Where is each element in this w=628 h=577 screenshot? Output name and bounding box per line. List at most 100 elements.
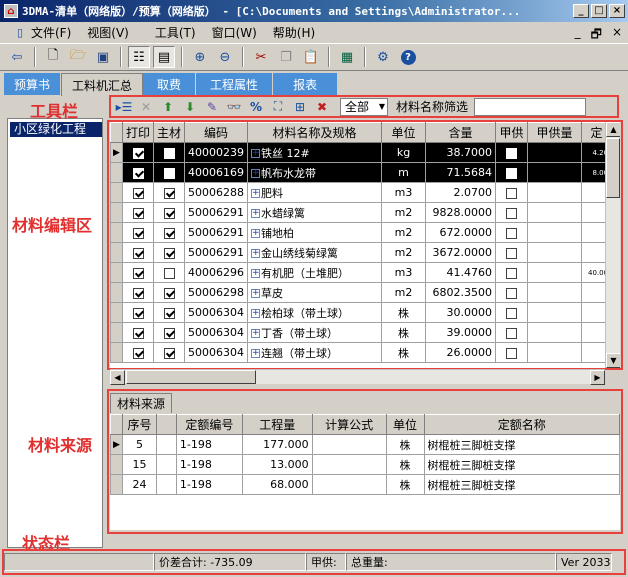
table-row[interactable]: 40006169 +帆布水龙带 m 71.5684 8.00 xyxy=(110,162,613,183)
checkbox[interactable] xyxy=(163,167,175,179)
minimize-button[interactable]: _ xyxy=(573,4,589,18)
row-indicator[interactable] xyxy=(110,262,123,283)
jia-qty-cell[interactable] xyxy=(527,222,583,243)
print-cell[interactable] xyxy=(121,162,155,183)
main-material-cell[interactable] xyxy=(153,162,186,183)
quota-name-cell[interactable]: 树棍桩三脚桩支撑 xyxy=(423,434,620,455)
clear-icon[interactable]: ✖ xyxy=(312,98,332,116)
column-header[interactable]: 计算公式 xyxy=(311,414,387,435)
print-cell[interactable] xyxy=(121,242,155,263)
expand-plus-icon[interactable]: + xyxy=(251,229,261,238)
help-icon[interactable]: ? xyxy=(397,46,419,68)
tree-view-icon[interactable]: ☷ xyxy=(128,46,150,68)
calculator-icon[interactable]: ▦ xyxy=(336,46,358,68)
work-qty-cell[interactable]: 13.000 xyxy=(241,454,313,475)
print-cell[interactable] xyxy=(121,342,155,363)
row-indicator[interactable] xyxy=(110,162,123,183)
unit-cell[interactable]: m2 xyxy=(381,222,427,243)
quantity-cell[interactable]: 9828.0000 xyxy=(425,202,497,223)
jia-supply-cell[interactable] xyxy=(495,242,529,263)
delete-icon[interactable]: ✕ xyxy=(136,98,156,116)
scroll-up-icon[interactable]: ▲ xyxy=(606,122,620,137)
jia-supply-cell[interactable] xyxy=(495,262,529,283)
unit-cell[interactable]: m xyxy=(381,162,427,183)
column-header[interactable]: 含量 xyxy=(425,122,497,143)
expand-plus-icon[interactable]: + xyxy=(251,269,261,278)
code-cell[interactable]: 50006291 xyxy=(184,242,249,263)
unit-cell[interactable]: 株 xyxy=(381,302,427,323)
row-indicator[interactable] xyxy=(110,222,123,243)
paste-icon[interactable]: 📋 xyxy=(300,46,322,68)
horizontal-scrollbar[interactable]: ◀ ▶ xyxy=(110,369,605,385)
checkbox[interactable] xyxy=(132,187,144,199)
exit-icon[interactable]: ⇦ xyxy=(6,46,28,68)
main-material-cell[interactable] xyxy=(153,142,186,163)
code-cell[interactable]: 50006288 xyxy=(184,182,249,203)
close-button[interactable]: × xyxy=(609,4,625,18)
move-down-icon[interactable]: ⬇ xyxy=(180,98,200,116)
main-material-cell[interactable] xyxy=(153,282,186,303)
checkbox[interactable] xyxy=(163,247,175,259)
menu-file[interactable]: ▯ 文件(F) xyxy=(4,23,79,41)
jia-qty-cell[interactable] xyxy=(527,142,583,163)
checkbox[interactable] xyxy=(132,287,144,299)
material-grid[interactable]: 打印 主材 编码 材料名称及规格 单位 含量 甲供 甲供量 定 ▶ 4000023… xyxy=(110,122,620,368)
cut-icon[interactable]: ✂ xyxy=(250,46,272,68)
copy-icon[interactable]: ❐ xyxy=(275,46,297,68)
jia-supply-cell[interactable] xyxy=(495,342,529,363)
tab-material-summary[interactable]: 工料机汇总 xyxy=(61,73,144,96)
code-cell[interactable]: 40000239 xyxy=(184,142,249,163)
quota-name-cell[interactable]: 树棍桩三脚桩支撑 xyxy=(423,454,620,475)
column-header[interactable]: 工程量 xyxy=(241,414,313,435)
tab-budget-book[interactable]: 预算书 xyxy=(4,73,62,95)
code-cell[interactable]: 50006304 xyxy=(184,302,249,323)
jia-supply-cell[interactable] xyxy=(495,202,529,223)
code-cell[interactable]: 50006298 xyxy=(184,282,249,303)
name-cell[interactable]: +水蜡绿篱 xyxy=(247,202,383,223)
quantity-cell[interactable]: 39.0000 xyxy=(425,322,497,343)
checkbox[interactable] xyxy=(506,347,518,359)
column-header[interactable]: 序号 xyxy=(121,414,157,435)
code-cell[interactable]: 50006291 xyxy=(184,202,249,223)
checkbox[interactable] xyxy=(132,307,144,319)
unit-cell[interactable]: 株 xyxy=(385,454,425,475)
blank-cell[interactable] xyxy=(155,454,177,475)
row-indicator[interactable] xyxy=(110,282,123,303)
row-indicator[interactable]: ▶ xyxy=(110,142,123,163)
scroll-left-icon[interactable]: ◀ xyxy=(110,370,125,385)
code-cell[interactable]: 50006304 xyxy=(184,342,249,363)
print-cell[interactable] xyxy=(121,302,155,323)
quantity-cell[interactable]: 672.0000 xyxy=(425,222,497,243)
vertical-scrollbar[interactable]: ▲ ▼ xyxy=(605,122,620,368)
checkbox[interactable] xyxy=(163,187,175,199)
checkbox[interactable] xyxy=(506,247,518,259)
move-up-icon[interactable]: ⬆ xyxy=(158,98,178,116)
table-row[interactable]: 50006291 +水蜡绿篱 m2 9828.0000 xyxy=(110,202,613,223)
maximize-button[interactable]: □ xyxy=(591,4,607,18)
code-cell[interactable]: 40006169 xyxy=(184,162,249,183)
formula-cell[interactable] xyxy=(311,434,387,455)
row-indicator[interactable] xyxy=(110,322,123,343)
table-row[interactable]: 50006291 +金山绣线菊绿篱 m2 3672.0000 xyxy=(110,242,613,263)
expand-plus-icon[interactable]: + xyxy=(251,249,261,258)
percent-icon[interactable]: % xyxy=(246,98,266,116)
menu-tools[interactable]: 工具(T) xyxy=(147,23,204,41)
unit-cell[interactable]: m2 xyxy=(381,242,427,263)
print-cell[interactable] xyxy=(121,282,155,303)
name-cell[interactable]: +有机肥（土堆肥） xyxy=(247,262,383,283)
source-grid[interactable]: 序号 定额编号 工程量 计算公式 单位 定额名称 ▶ 5 1-198 177.000 株… xyxy=(110,414,620,530)
open-icon[interactable]: 🗁 xyxy=(67,46,89,68)
checkbox[interactable] xyxy=(163,287,175,299)
column-header[interactable]: 编码 xyxy=(184,122,249,143)
checkbox[interactable] xyxy=(163,227,175,239)
checkbox[interactable] xyxy=(163,307,175,319)
checkbox[interactable] xyxy=(506,307,518,319)
collapse-icon[interactable]: ⊞ xyxy=(290,98,310,116)
blank-cell[interactable] xyxy=(155,434,177,455)
expand-plus-icon[interactable]: + xyxy=(251,189,261,198)
checkbox[interactable] xyxy=(163,207,175,219)
table-row[interactable]: 50006291 +铺地柏 m2 672.0000 xyxy=(110,222,613,243)
layout-icon[interactable]: ▤ xyxy=(153,46,175,68)
code-cell[interactable]: 50006291 xyxy=(184,222,249,243)
tab-fees[interactable]: 取费 xyxy=(143,73,197,95)
